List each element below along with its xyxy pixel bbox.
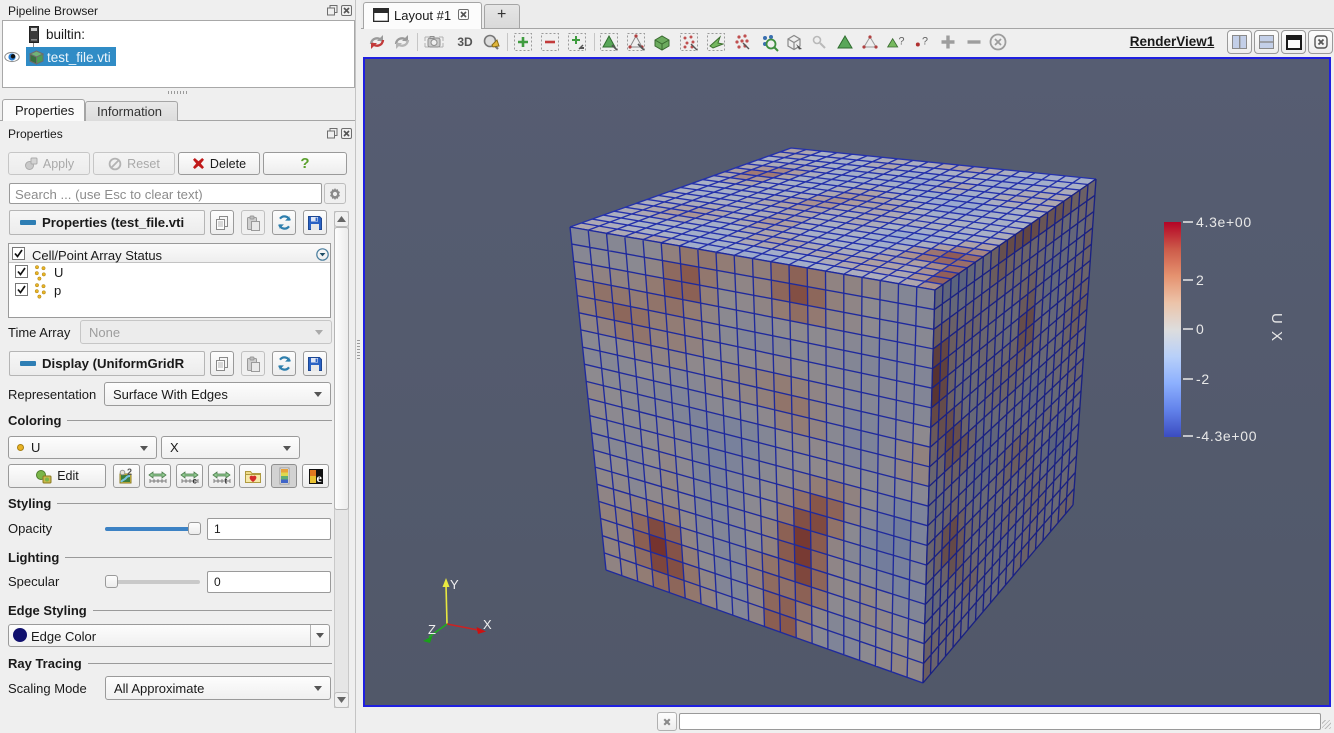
- svg-text:c: c: [193, 477, 198, 486]
- svg-text:t: t: [225, 477, 228, 486]
- svg-text:-2: -2: [1196, 371, 1210, 387]
- svg-text:U X: U X: [1268, 313, 1285, 343]
- svg-text:0: 0: [1196, 321, 1205, 337]
- svg-text:?: ?: [899, 36, 905, 48]
- svg-text:X: X: [483, 617, 492, 632]
- svg-text:2: 2: [1196, 272, 1205, 288]
- svg-text:?: ?: [922, 36, 928, 48]
- svg-text:e: e: [316, 471, 322, 485]
- svg-text:4.3e+00: 4.3e+00: [1196, 214, 1252, 230]
- svg-text:Z: Z: [428, 622, 436, 637]
- svg-text:2: 2: [127, 467, 132, 477]
- svg-text:Y: Y: [450, 577, 459, 592]
- svg-text:-4.3e+00: -4.3e+00: [1196, 428, 1257, 444]
